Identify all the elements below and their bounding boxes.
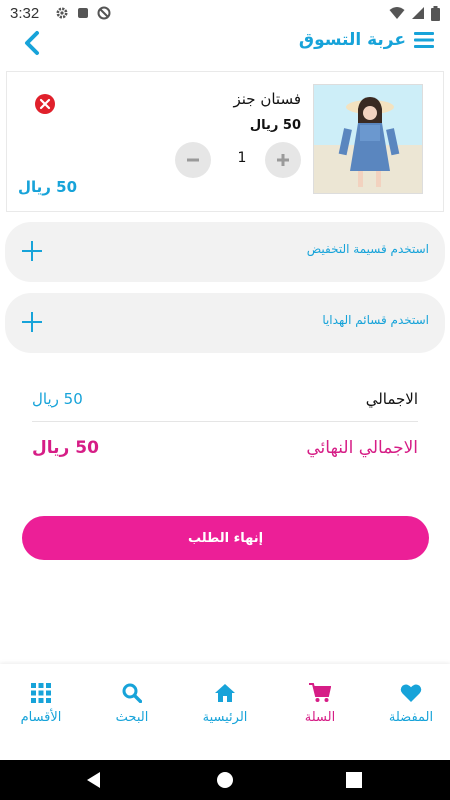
no-sync-icon: [97, 6, 111, 20]
gift-coupon-row[interactable]: استخدم قسائم الهدايا: [5, 293, 445, 353]
cart-item: فستان جنز 50 ريال 1 50 ريال: [6, 71, 444, 212]
product-image[interactable]: [313, 84, 423, 194]
subtotal-row: الاجمالي 50 ريال: [32, 380, 418, 422]
home-icon: [215, 682, 235, 704]
nav-label-home: الرئيسية: [202, 710, 248, 725]
minus-icon: [187, 151, 199, 170]
nav-label-favorites: المفضلة: [388, 710, 434, 725]
page-title: عربة التسوق: [298, 30, 406, 50]
chevron-left-icon: [22, 30, 40, 60]
plus-icon[interactable]: [21, 311, 43, 333]
final-total-value: 50 ريال: [32, 438, 99, 458]
nav-label-categories: الأقسام: [20, 710, 62, 725]
nav-label-cart: السلة: [304, 710, 336, 725]
quantity-value: 1: [237, 150, 247, 166]
nav-item-cart[interactable]: السلة: [275, 682, 365, 742]
nav-item-favorites[interactable]: المفضلة: [366, 682, 450, 742]
discount-coupon-label: استخدم قسيمة التخفيض: [306, 242, 429, 256]
wifi-icon: [389, 6, 405, 20]
gift-coupon-label: استخدم قسائم الهدايا: [322, 313, 429, 327]
item-total: 50 ريال: [18, 178, 78, 196]
nav-item-categories[interactable]: الأقسام: [0, 682, 86, 742]
remove-item-button[interactable]: [35, 94, 55, 114]
back-triangle-icon[interactable]: [84, 770, 104, 790]
final-total-label: الاجمالي النهائي: [306, 438, 418, 458]
final-total-row: الاجمالي النهائي 50 ريال: [32, 428, 418, 470]
quantity-decrease-button[interactable]: [175, 142, 211, 178]
back-button[interactable]: [18, 30, 44, 60]
system-navigation-bar: [0, 760, 450, 800]
square-icon: [77, 7, 89, 19]
plus-icon: [277, 151, 289, 170]
hamburger-icon[interactable]: [414, 31, 434, 49]
plus-icon[interactable]: [21, 240, 43, 262]
heart-icon: [400, 682, 422, 704]
product-name[interactable]: فستان جنز: [233, 90, 301, 108]
order-totals: الاجمالي 50 ريال الاجمالي النهائي 50 ريا…: [32, 380, 418, 470]
signal-icon: [411, 6, 425, 20]
cart-icon: [309, 682, 331, 704]
grid-icon: [31, 682, 51, 704]
status-bar: 3:32: [0, 0, 450, 26]
battery-icon: [431, 5, 440, 21]
bottom-navigation: المفضلة السلة الرئيسية البحث الأقسام: [0, 664, 450, 760]
checkout-button[interactable]: إنهاء الطلب: [22, 516, 429, 560]
product-price: 50 ريال: [249, 118, 301, 133]
search-icon: [122, 682, 142, 704]
close-circle-icon: [35, 94, 55, 118]
nav-item-home[interactable]: الرئيسية: [180, 682, 270, 742]
nav-item-search[interactable]: البحث: [87, 682, 177, 742]
home-circle-icon[interactable]: [215, 770, 235, 790]
recents-square-icon[interactable]: [344, 770, 364, 790]
app-header: عربة التسوق: [0, 26, 450, 66]
subtotal-value: 50 ريال: [32, 390, 83, 408]
quantity-increase-button[interactable]: [265, 142, 301, 178]
nav-label-search: البحث: [115, 710, 149, 725]
status-time: 3:32: [10, 4, 40, 22]
discount-coupon-row[interactable]: استخدم قسيمة التخفيض: [5, 222, 445, 282]
subtotal-label: الاجمالي: [365, 390, 418, 408]
gear-icon: [55, 6, 69, 20]
